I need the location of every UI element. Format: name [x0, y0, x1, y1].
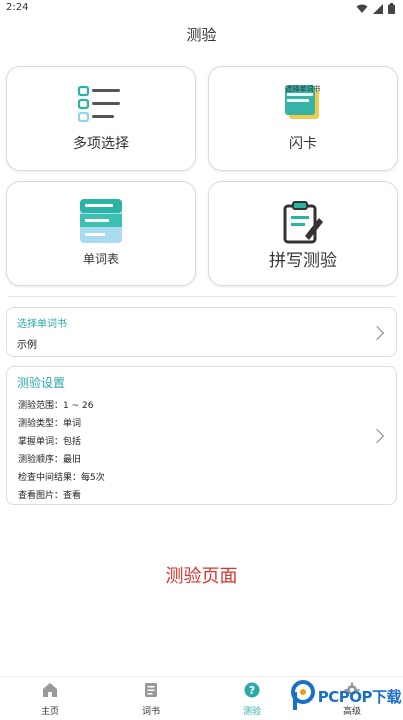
- word-list-card[interactable]: 单词表: [6, 181, 196, 286]
- settings-row-type: 测验类型：单词: [18, 419, 82, 429]
- spelling-card[interactable]: 拼写测验: [208, 181, 398, 286]
- watermark: PCPOP下载: [290, 680, 402, 712]
- nav-quiz-label: 测验: [242, 707, 261, 717]
- divider: [8, 296, 396, 297]
- word-list-label: 单词表: [82, 252, 119, 266]
- book-selector-label: 选择单词书: [17, 319, 67, 330]
- svg-text:?: ?: [249, 684, 255, 697]
- settings-row-range: 测验范围：1 ~ 26: [18, 401, 94, 411]
- book-selector-value: 示例: [17, 340, 37, 351]
- flashcard-icon: 选择单词书: [283, 83, 323, 123]
- pcpop-logo-icon: [290, 680, 315, 710]
- settings-row-check: 检查中间结果：每5次: [18, 473, 105, 483]
- nav-home[interactable]: 主页: [20, 682, 80, 717]
- flashcard-card[interactable]: 选择单词书 闪卡: [208, 66, 398, 171]
- quiz-icon: ?: [244, 682, 260, 698]
- word-list-icon: [80, 199, 122, 243]
- chevron-right-icon: [369, 428, 385, 444]
- page-title: 测验: [186, 26, 217, 44]
- multiple-choice-label: 多项选择: [73, 136, 129, 152]
- nav-home-label: 主页: [40, 707, 59, 717]
- home-icon: [43, 683, 57, 697]
- flashcard-icon-text: 选择单词书: [285, 85, 321, 93]
- checklist-icon: [77, 85, 120, 123]
- battery-icon: [388, 3, 395, 14]
- settings-row-order: 测验顺序：最旧: [18, 455, 82, 465]
- book-selector[interactable]: 选择单词书 示例: [6, 307, 397, 357]
- nav-books[interactable]: 词书: [121, 682, 181, 717]
- book-icon: [145, 683, 157, 697]
- settings-row-images: 查看图片：查看: [18, 491, 82, 501]
- clipboard-pen-icon: [283, 201, 323, 244]
- chevron-right-icon: [369, 325, 385, 341]
- spelling-label: 拼写测验: [269, 251, 337, 271]
- signal-icon: [373, 3, 383, 14]
- nav-books-label: 词书: [141, 707, 160, 717]
- quiz-settings-title: 测验设置: [17, 376, 66, 390]
- flashcard-label: 闪卡: [289, 136, 317, 152]
- wifi-icon: [356, 4, 368, 13]
- multiple-choice-card[interactable]: 多项选择: [6, 66, 196, 171]
- page-caption: 测验页面: [165, 566, 238, 587]
- status-bar: 2:24: [0, 0, 403, 18]
- nav-quiz[interactable]: ? 测验: [222, 682, 282, 717]
- quiz-settings[interactable]: 测验设置 测验范围：1 ~ 26 测验类型：单词 掌握单词：包括 测验顺序：最旧…: [6, 366, 397, 505]
- status-icons: [356, 3, 395, 14]
- settings-row-mastered: 掌握单词：包括: [18, 437, 82, 447]
- watermark-text: PCPOP下载: [317, 687, 402, 706]
- status-time: 2:24: [6, 2, 29, 13]
